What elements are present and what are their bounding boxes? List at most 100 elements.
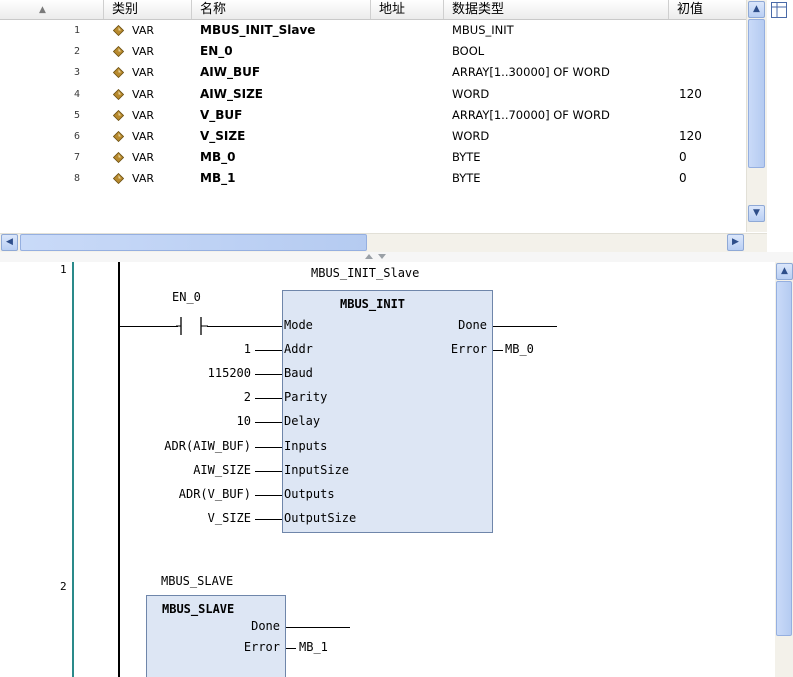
mbus-slave-block[interactable]: MBUS_SLAVE xyxy=(146,595,286,677)
row-initial-value: 120 xyxy=(679,129,702,143)
output-pin-label: Done xyxy=(458,318,487,332)
input-value[interactable]: ADR(V_BUF) xyxy=(179,487,251,501)
fb-instance-name-2[interactable]: MBUS_SLAVE xyxy=(161,574,233,588)
column-header-name[interactable]: 名称 xyxy=(191,0,370,19)
row-data-type: ARRAY[1..30000] OF WORD xyxy=(452,65,610,80)
pin-wire xyxy=(255,519,282,520)
row-number: 1 xyxy=(73,25,80,36)
input-value[interactable]: 1 xyxy=(244,342,251,356)
table-horizontal-scrollbar[interactable]: ◀ ▶ xyxy=(0,233,767,252)
scroll-right-icon[interactable]: ▶ xyxy=(727,234,744,251)
row-kind: VAR xyxy=(132,172,154,186)
column-header-category[interactable]: 类别 xyxy=(103,0,191,19)
sort-arrow-icon[interactable]: ▲ xyxy=(39,5,46,15)
h-scroll-thumb[interactable] xyxy=(20,234,367,251)
table-row[interactable]: 7 VAR MB_0 BYTE 0 xyxy=(0,147,746,168)
output-pin-label: Done xyxy=(251,619,280,633)
input-value[interactable]: 10 xyxy=(237,414,251,428)
table-vertical-scrollbar[interactable]: ▲ ▼ xyxy=(746,0,767,232)
network-number-2: 2 xyxy=(60,580,67,593)
block-type-label-2: MBUS_SLAVE xyxy=(162,602,235,616)
variable-table: ▲ 类别 名称 地址 数据类型 初值 1 VAR MBUS_INIT_Slave MB… xyxy=(0,0,793,254)
scroll-thumb[interactable] xyxy=(748,19,765,168)
var-diamond-icon xyxy=(113,88,124,100)
table-header: ▲ 类别 名称 地址 数据类型 初值 xyxy=(0,0,767,20)
splitter-arrows-icon[interactable] xyxy=(363,252,393,262)
input-pin-label: InputSize xyxy=(284,463,350,477)
scroll-down-icon[interactable]: ▼ xyxy=(748,205,765,222)
table-row[interactable]: 8 VAR MB_1 BYTE 0 xyxy=(0,168,746,189)
row-name: MB_0 xyxy=(200,150,236,165)
row-kind: VAR xyxy=(132,130,154,143)
row-name: EN_0 xyxy=(200,44,233,59)
pin-wire xyxy=(286,648,296,649)
column-header-initial[interactable]: 初值 xyxy=(668,0,746,19)
row-data-type: BOOL xyxy=(452,44,485,59)
table-row[interactable]: 2 VAR EN_0 BOOL xyxy=(0,41,746,62)
row-number: 7 xyxy=(73,152,80,164)
pin-wire xyxy=(255,398,282,399)
row-name: MBUS_INIT_Slave xyxy=(200,23,316,37)
pin-wire xyxy=(255,471,282,472)
output-value[interactable]: MB_1 xyxy=(299,640,328,654)
row-data-type: WORD xyxy=(452,86,490,101)
table-layout-icon[interactable] xyxy=(770,1,788,19)
input-value[interactable]: ADR(AIW_BUF) xyxy=(164,439,251,453)
contact-variable[interactable]: EN_0 xyxy=(172,290,201,304)
row-data-type: ARRAY[1..70000] OF WORD xyxy=(452,107,610,122)
table-row[interactable]: 1 VAR MBUS_INIT_Slave MBUS_INIT xyxy=(0,20,746,41)
scroll-left-icon[interactable]: ◀ xyxy=(1,234,18,251)
row-number: 4 xyxy=(73,88,80,100)
pin-wire xyxy=(286,627,350,628)
table-row[interactable]: 3 VAR AIW_BUF ARRAY[1..30000] OF WORD xyxy=(0,62,746,83)
row-number: 2 xyxy=(73,46,80,58)
power-rail xyxy=(118,262,120,677)
input-value[interactable]: V_SIZE xyxy=(208,511,251,525)
row-kind: VAR xyxy=(132,45,154,59)
ladder-vertical-scrollbar[interactable]: ▲ xyxy=(775,262,793,677)
row-initial-value: 120 xyxy=(679,86,702,101)
var-diamond-icon xyxy=(113,152,124,164)
row-name: AIW_SIZE xyxy=(200,86,263,101)
row-number: 5 xyxy=(73,109,80,121)
pin-wire xyxy=(493,350,503,351)
var-diamond-icon xyxy=(113,25,124,36)
var-diamond-icon xyxy=(113,131,124,142)
row-name: V_SIZE xyxy=(200,129,246,143)
row-data-type: WORD xyxy=(452,129,490,143)
row-kind: VAR xyxy=(132,24,154,37)
input-pin-label: Addr xyxy=(284,342,313,356)
pin-wire xyxy=(255,374,282,375)
output-pin-label: Error xyxy=(243,640,280,654)
input-value[interactable]: 115200 xyxy=(208,366,251,380)
block-type-label: MBUS_INIT xyxy=(340,297,406,311)
wire xyxy=(120,326,178,327)
ladder-editor: 1 2 MBUS_INIT_Slave EN_0 MBUS_INIT MBUS_… xyxy=(0,262,793,677)
input-pin-label: Outputs xyxy=(284,487,335,501)
scroll-up-icon[interactable]: ▲ xyxy=(776,263,793,280)
table-row[interactable]: 6 VAR V_SIZE WORD 120 xyxy=(0,126,746,147)
panel-splitter[interactable] xyxy=(0,252,793,262)
contact-icon[interactable] xyxy=(176,317,208,337)
column-header-data-type[interactable]: 数据类型 xyxy=(443,0,668,19)
input-pin-label: Parity xyxy=(284,390,328,404)
row-number: 6 xyxy=(73,131,80,142)
output-value[interactable]: MB_0 xyxy=(505,342,534,356)
scroll-thumb[interactable] xyxy=(776,281,792,636)
scroll-up-icon[interactable]: ▲ xyxy=(748,1,765,18)
table-row[interactable]: 5 VAR V_BUF ARRAY[1..70000] OF WORD xyxy=(0,105,746,126)
var-diamond-icon xyxy=(113,109,124,121)
input-pin-label: Delay xyxy=(284,414,321,428)
pin-wire xyxy=(255,422,282,423)
row-name: MB_1 xyxy=(200,171,236,186)
column-header-address[interactable]: 地址 xyxy=(370,0,443,19)
row-name: V_BUF xyxy=(200,107,243,122)
row-name: AIW_BUF xyxy=(200,65,261,80)
fb-instance-name[interactable]: MBUS_INIT_Slave xyxy=(311,266,419,280)
input-value[interactable]: AIW_SIZE xyxy=(193,463,251,477)
table-row[interactable]: 4 VAR AIW_SIZE WORD 120 xyxy=(0,84,746,105)
row-initial-value: 0 xyxy=(679,171,687,186)
row-kind: VAR xyxy=(132,87,154,101)
input-value[interactable]: 2 xyxy=(244,390,251,404)
pin-wire xyxy=(493,326,557,327)
